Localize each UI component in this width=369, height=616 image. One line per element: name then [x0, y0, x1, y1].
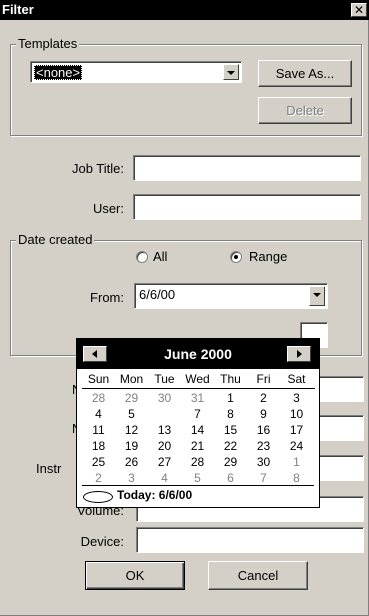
title-bar: Filter ✕ — [0, 0, 369, 20]
template-selected-value: <none> — [34, 65, 83, 80]
calendar-day-selected[interactable]: 6 — [148, 406, 181, 422]
calendar-day[interactable]: 4 — [148, 470, 181, 486]
calendar-day[interactable]: 3 — [280, 390, 313, 406]
ok-button[interactable]: OK — [85, 561, 185, 590]
date-created-group-label: Date created — [16, 232, 95, 247]
calendar-popup: June 2000 Sun Mon Tue Wed Thu Fri Sat 28 29 30 31… — [76, 338, 320, 508]
calendar-day[interactable]: 7 — [181, 406, 214, 422]
chevron-down-icon[interactable] — [309, 286, 325, 306]
calendar-day[interactable]: 20 — [148, 438, 181, 454]
weekday-label: Mon — [119, 372, 144, 386]
templates-group-label: Templates — [16, 36, 80, 51]
radio-all[interactable] — [136, 251, 148, 263]
calendar-day[interactable]: 30 — [247, 454, 280, 470]
calendar-day[interactable]: 8 — [280, 470, 313, 486]
chevron-down-icon[interactable] — [223, 64, 239, 80]
calendar-day[interactable]: 19 — [115, 438, 148, 454]
calendar-day[interactable]: 10 — [280, 406, 313, 422]
calendar-day[interactable]: 29 — [214, 454, 247, 470]
save-as-button[interactable]: Save As... — [258, 60, 352, 87]
weekday-label: Tue — [154, 372, 175, 386]
prev-month-button[interactable] — [83, 346, 107, 362]
today-link[interactable]: Today: 6/6/00 — [117, 488, 192, 502]
template-select[interactable]: <none> — [30, 61, 242, 83]
calendar-header: June 2000 — [77, 339, 319, 369]
radio-range[interactable] — [230, 251, 242, 263]
job-title-label: Job Title: — [71, 161, 124, 176]
calendar-divider — [82, 485, 314, 486]
weekday-label: Sat — [287, 372, 306, 386]
calendar-day[interactable]: 4 — [82, 406, 115, 422]
calendar-day[interactable]: 29 — [115, 390, 148, 406]
today-circle-icon — [83, 491, 113, 503]
calendar-day[interactable]: 2 — [82, 470, 115, 486]
calendar-day[interactable]: 14 — [181, 422, 214, 438]
calendar-day[interactable]: 15 — [214, 422, 247, 438]
window-title: Filter — [2, 2, 34, 17]
calendar-day[interactable]: 30 — [148, 390, 181, 406]
weekday-label: Thu — [220, 372, 241, 386]
calendar-day[interactable]: 21 — [181, 438, 214, 454]
hidden-field-label-3: Instr — [36, 461, 62, 476]
radio-range-label: Range — [249, 249, 288, 264]
calendar-day[interactable]: 28 — [181, 454, 214, 470]
calendar-day[interactable]: 9 — [247, 406, 280, 422]
calendar-day[interactable]: 17 — [280, 422, 313, 438]
calendar-day[interactable]: 27 — [148, 454, 181, 470]
device-label: Device: — [80, 534, 124, 549]
weekday-label: Fri — [256, 372, 271, 386]
calendar-day[interactable]: 5 — [181, 470, 214, 486]
calendar-day[interactable]: 5 — [115, 406, 148, 422]
cancel-button[interactable]: Cancel — [208, 561, 308, 590]
delete-button[interactable]: Delete — [258, 97, 352, 124]
weekday-label: Wed — [185, 372, 210, 386]
calendar-month-title: June 2000 — [164, 346, 232, 362]
calendar-day[interactable]: 8 — [214, 406, 247, 422]
calendar-day[interactable]: 28 — [82, 390, 115, 406]
user-label: User: — [92, 201, 124, 216]
calendar-day[interactable]: 16 — [247, 422, 280, 438]
calendar-day[interactable]: 24 — [280, 438, 313, 454]
calendar-day[interactable]: 26 — [115, 454, 148, 470]
calendar-day[interactable]: 7 — [247, 470, 280, 486]
weekday-label: Sun — [87, 372, 110, 386]
calendar-day[interactable]: 1 — [280, 454, 313, 470]
radio-all-label: All — [153, 249, 168, 264]
from-date-value: 6/6/00 — [139, 287, 176, 302]
calendar-day[interactable]: 13 — [148, 422, 181, 438]
from-label: From: — [90, 290, 124, 305]
calendar-day[interactable]: 1 — [214, 390, 247, 406]
calendar-day[interactable]: 25 — [82, 454, 115, 470]
calendar-day[interactable]: 18 — [82, 438, 115, 454]
filter-dialog: Filter ✕ Templates <none> Save As... Del… — [0, 0, 369, 616]
close-icon[interactable]: ✕ — [351, 3, 367, 17]
calendar-day[interactable]: 2 — [247, 390, 280, 406]
calendar-day[interactable]: 6 — [214, 470, 247, 486]
calendar-day[interactable]: 12 — [115, 422, 148, 438]
calendar-day[interactable]: 23 — [247, 438, 280, 454]
next-month-button[interactable] — [287, 346, 311, 362]
calendar-day[interactable]: 31 — [181, 390, 214, 406]
device-field[interactable] — [136, 527, 364, 553]
job-title-field[interactable] — [133, 155, 361, 181]
user-field[interactable] — [133, 194, 361, 220]
calendar-day[interactable]: 3 — [115, 470, 148, 486]
calendar-day[interactable]: 22 — [214, 438, 247, 454]
calendar-day[interactable]: 11 — [82, 422, 115, 438]
weekday-header-row: Sun Mon Tue Wed Thu Fri Sat — [82, 372, 315, 389]
from-date-picker[interactable]: 6/6/00 — [134, 283, 328, 309]
